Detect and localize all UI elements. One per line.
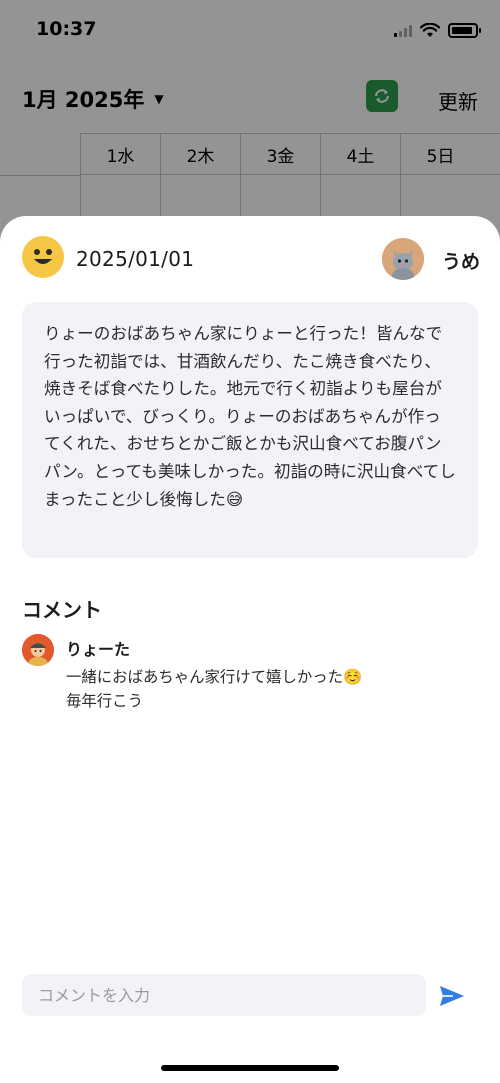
comments-heading: コメント [22, 598, 102, 622]
person-avatar-icon[interactable] [22, 634, 54, 666]
comment-input[interactable] [22, 974, 426, 1016]
comment-text: 一緒におばあちゃん家行けて嬉しかった☺️ [66, 668, 363, 686]
send-arrow-icon [440, 986, 464, 1006]
owner-name: うめ [442, 251, 481, 273]
diary-card: りょーのおばあちゃん家にりょーと行った！皆んなで行った初詣では、甘酒飲んだり、た… [22, 302, 478, 558]
diary-detail-sheet: 2025/01/01 うめ りょーのおばあちゃん家にりょーと行った！皆んなで行っ… [0, 216, 500, 1083]
send-button[interactable] [438, 982, 466, 1010]
smiley-face-icon [22, 236, 64, 278]
comment-input-container [22, 974, 426, 1016]
diary-date: 2025/01/01 [76, 247, 195, 271]
comment-text: 毎年行こう [66, 692, 143, 710]
cat-avatar-icon[interactable] [382, 238, 424, 280]
commenter-name: りょーた [66, 640, 131, 659]
diary-text: りょーのおばあちゃん家にりょーと行った！皆んなで行った初詣では、甘酒飲んだり、た… [44, 324, 456, 509]
home-indicator [161, 1065, 339, 1071]
